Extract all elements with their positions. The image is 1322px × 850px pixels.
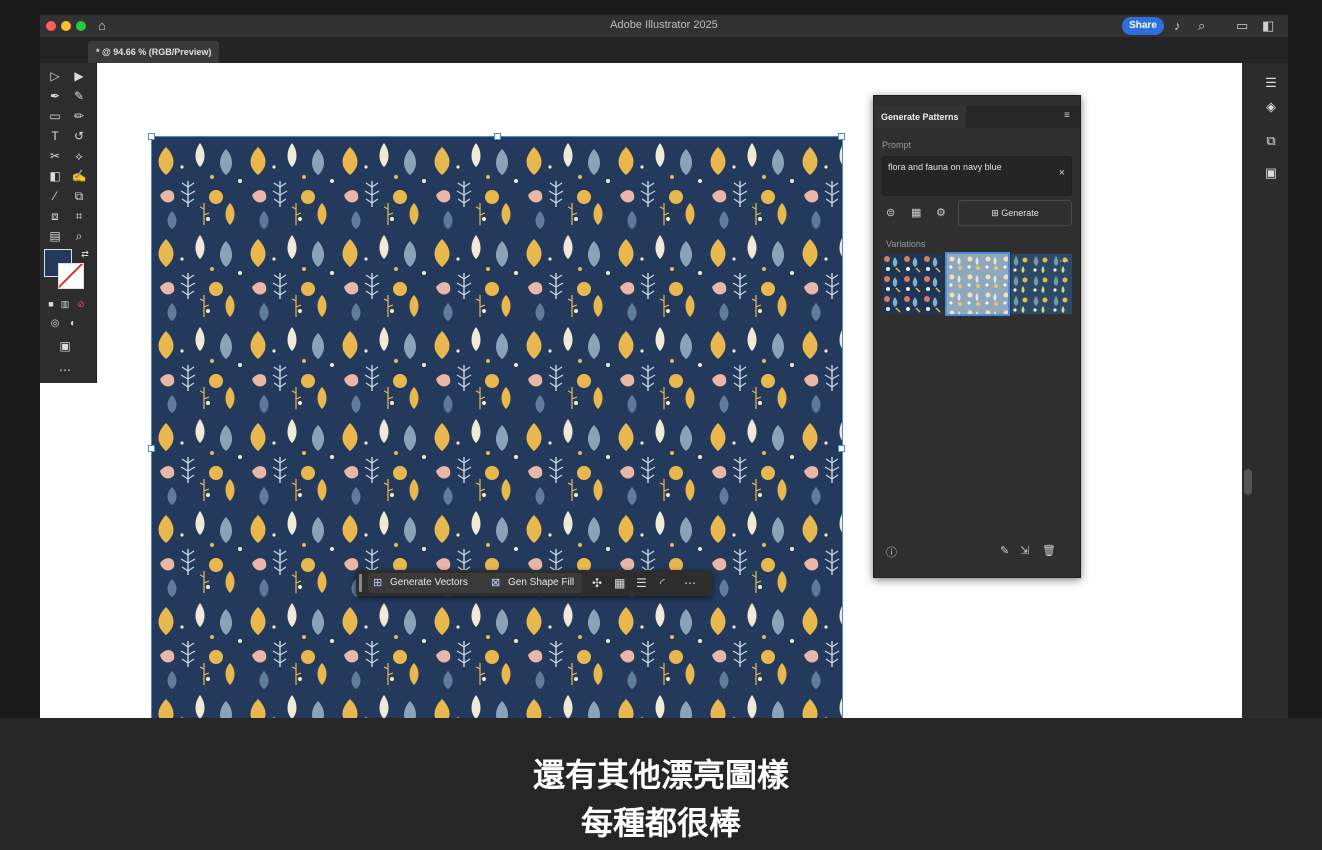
rectangle-tool-icon[interactable]: ▭ (44, 107, 66, 125)
gen-shape-fill-label: Gen Shape Fill (508, 577, 575, 588)
variation-thumbnail-2[interactable] (945, 252, 1010, 316)
eyedropper-tool-icon[interactable]: ⁄ (44, 187, 66, 205)
recolor-icon[interactable]: ✣ (592, 573, 602, 593)
blend-tool-icon[interactable]: ⧉ (68, 187, 90, 205)
prompt-text: flora and fauna on navy blue (888, 162, 1002, 172)
info-icon[interactable]: ⓘ (886, 544, 897, 560)
screen-mode-icon[interactable]: ▣ (54, 337, 76, 355)
shape-builder-tool-icon[interactable]: ⧈ (44, 207, 66, 225)
illustrator-window: ⌂ Adobe Illustrator 2025 Share ♪ ⌕ ▭ ◧ *… (40, 15, 1288, 718)
generate-sparkle-icon: ⊞ (991, 208, 1002, 218)
handle-top-right[interactable] (838, 133, 845, 140)
selection-bounding-box[interactable] (148, 133, 845, 718)
prompt-label: Prompt (882, 140, 912, 150)
handle-middle-left[interactable] (148, 445, 155, 452)
curvature-tool-icon[interactable]: ✎ (68, 87, 90, 105)
panel-tab-generate-patterns[interactable]: Generate Patterns (874, 106, 966, 128)
generate-vectors-icon: ⊞ (373, 577, 383, 589)
document-tab[interactable]: * @ 94.66 % (RGB/Preview) (88, 41, 220, 63)
variations-label: Variations (886, 239, 926, 249)
edit-icon[interactable]: ✎ (1000, 544, 1009, 557)
handle-top-left[interactable] (148, 133, 155, 140)
selection-tool-icon[interactable]: ▷ (44, 67, 66, 85)
generate-vectors-label: Generate Vectors (390, 577, 468, 588)
gen-shape-fill-button[interactable]: ⊠ Gen Shape Fill (486, 573, 582, 593)
subtitle-line-2: 每種都很棒 (580, 804, 741, 842)
notification-bell-icon[interactable]: ♪ (1174, 18, 1181, 33)
generate-patterns-panel: Generate Patterns ≡ Prompt flora and fau… (873, 95, 1081, 578)
direct-selection-tool-icon[interactable]: ▶ (68, 67, 90, 85)
right-panel-dock: ☰ ◈ ⧉ ▣ (1254, 63, 1288, 718)
rotate-tool-icon[interactable]: ↺ (68, 127, 90, 145)
panel-tab-row: Generate Patterns ≡ (874, 106, 1080, 128)
generate-label: Generate (1001, 208, 1039, 218)
none-mode-icon[interactable]: ⊘ (70, 295, 92, 313)
pencil-tool-icon[interactable]: ✏ (68, 107, 90, 125)
handle-top-middle[interactable] (494, 133, 501, 140)
style-reference-icon[interactable]: ⊜ (886, 206, 895, 219)
variation-thumbnail-3[interactable]: ⋯ (1011, 254, 1072, 314)
scissors-tool-icon[interactable]: ✂ (44, 147, 66, 165)
clear-prompt-icon[interactable]: × (1059, 167, 1065, 179)
taskbar-grip[interactable] (359, 574, 362, 592)
zoom-tool-icon[interactable]: ⌕ (68, 227, 90, 245)
artboard-tool-icon[interactable]: ⌗ (68, 207, 90, 225)
settings-gear-icon[interactable]: ⚙ (936, 206, 946, 219)
layers-icon[interactable]: ◈ (1262, 99, 1280, 117)
document-tab-bar: * @ 94.66 % (RGB/Preview) (40, 37, 1288, 63)
align-icon[interactable]: ☰ (636, 573, 647, 593)
stroke-swatch[interactable] (58, 263, 84, 289)
export-icon[interactable]: ▣ (1262, 165, 1280, 183)
variation-2-pattern (947, 254, 1008, 314)
pen-tool-icon[interactable]: ✒ (44, 87, 66, 105)
panel-layout-icon[interactable]: ◧ (1262, 18, 1274, 34)
delete-icon[interactable]: 🗑 (1042, 544, 1056, 557)
tools-panel: ▷ ▶ ✒ ✎ ▭ ✏ T ↺ ✂ ⟡ ◧ ✍ ⁄ ⧉ ⧈ ⌗ ▤ ⌕ ⇄ ■ … (40, 63, 97, 383)
paintbrush-tool-icon[interactable]: ✍ (68, 167, 90, 185)
properties-icon[interactable]: ☰ (1262, 75, 1280, 93)
gradient-tool-icon[interactable]: ◧ (44, 167, 66, 185)
type-tool-icon[interactable]: T (44, 127, 66, 145)
generate-button[interactable]: ⊞ Generate (958, 200, 1072, 226)
handle-middle-right[interactable] (838, 445, 845, 452)
window-title: Adobe Illustrator 2025 (610, 19, 718, 31)
subtitle-bar: 還有其他漂亮圖樣 每種都很棒 (0, 718, 1322, 850)
pattern-swatch-icon[interactable]: ▦ (614, 573, 625, 593)
vertical-scrollbar[interactable] (1244, 469, 1252, 495)
variation-thumbnail-1[interactable] (882, 254, 943, 314)
variation-more-icon[interactable]: ⋯ (1059, 256, 1069, 267)
apply-pattern-icon[interactable]: ⇲ (1020, 544, 1029, 557)
generate-vectors-button[interactable]: ⊞ Generate Vectors (368, 573, 488, 593)
subtitle-line-1: 還有其他漂亮圖樣 (532, 756, 789, 794)
gen-shape-fill-icon: ⊠ (491, 577, 501, 589)
graph-tool-icon[interactable]: ▤ (44, 227, 66, 245)
draw-behind-icon[interactable]: ◐ (62, 315, 84, 333)
more-tools-icon[interactable]: ⋯ (54, 361, 76, 379)
prompt-field[interactable]: flora and fauna on navy blue × (882, 156, 1072, 196)
swap-fill-stroke-icon[interactable]: ⇄ (74, 245, 96, 263)
share-button[interactable]: Share (1122, 17, 1164, 35)
panel-menu-icon[interactable]: ≡ (1064, 110, 1070, 121)
libraries-icon[interactable]: ⧉ (1262, 133, 1280, 151)
more-options-icon[interactable]: ⋯ (684, 573, 696, 593)
title-bar: ⌂ Adobe Illustrator 2025 Share ♪ ⌕ ▭ ◧ (40, 15, 1288, 37)
workspace-switcher-icon[interactable]: ▭ (1236, 18, 1248, 34)
pattern-layout-icon[interactable]: ▦ (911, 206, 921, 219)
contextual-task-bar: ⊞ Generate Vectors ⊠ Gen Shape Fill ✣ ▦ ☰ … (356, 570, 712, 596)
search-icon[interactable]: ⌕ (1198, 18, 1205, 34)
corner-radius-icon[interactable]: ◜ (660, 573, 665, 593)
variation-1-pattern (882, 254, 943, 314)
width-tool-icon[interactable]: ⟡ (68, 147, 90, 165)
